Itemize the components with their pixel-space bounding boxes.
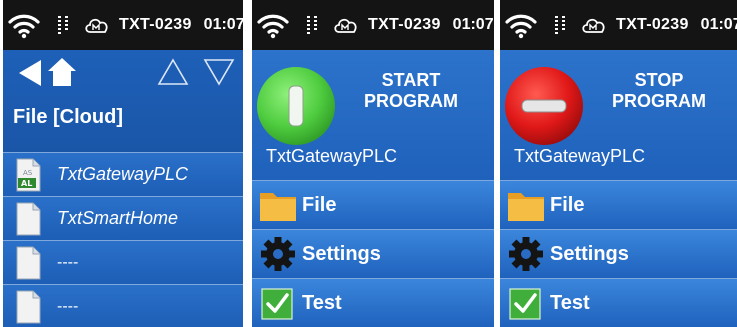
file-icon — [16, 290, 41, 323]
file-name: TxtGatewayPLC — [57, 164, 189, 184]
menu-label: File — [550, 193, 585, 216]
menu-settings[interactable]: Settings — [252, 229, 494, 278]
device-name: TXT-0239 — [368, 16, 441, 33]
status-bar: TXT-0239 01:07 — [500, 0, 737, 50]
start-button[interactable] — [256, 66, 336, 146]
program-name: TxtGatewayPLC — [514, 146, 646, 166]
io-icon — [58, 16, 68, 34]
menu-file[interactable]: File — [500, 180, 737, 229]
status-bar: TXT-0239 01:07 — [3, 0, 243, 50]
folder-icon — [260, 193, 296, 221]
device-name: TXT-0239 — [616, 16, 689, 33]
menu-test[interactable]: Test — [252, 278, 494, 327]
svg-text:AL: AL — [21, 179, 32, 188]
wifi-icon — [8, 14, 40, 39]
start-program-caption: START PROGRAM — [356, 70, 466, 112]
file-nav: File [Cloud] — [3, 50, 243, 152]
check-icon — [261, 288, 293, 320]
wifi-icon — [257, 14, 289, 39]
stop-button[interactable] — [504, 66, 584, 146]
menu-label: Settings — [550, 242, 629, 265]
plc-file-icon: AS AL — [16, 158, 41, 191]
svg-text:AS: AS — [23, 169, 33, 177]
cloud-icon — [582, 18, 605, 33]
scroll-up-icon[interactable] — [157, 57, 189, 87]
file-name: TxtSmartHome — [57, 208, 179, 228]
home-icon[interactable] — [47, 56, 77, 88]
file-item-empty[interactable]: ---- — [3, 240, 243, 284]
caption-line: PROGRAM — [612, 91, 706, 111]
menu-label: Test — [302, 291, 342, 314]
file-item-empty[interactable]: ---- — [3, 284, 243, 327]
folder-icon — [508, 193, 544, 221]
cloud-icon — [85, 18, 108, 33]
io-icon — [555, 16, 565, 34]
file-name: ---- — [57, 297, 79, 315]
caption-line: START — [381, 70, 441, 90]
back-arrow-icon[interactable] — [17, 58, 43, 88]
start-screen: TXT-0239 01:07 START PROGRAM TxtGatewayP… — [252, 0, 494, 327]
menu-test[interactable]: Test — [500, 278, 737, 327]
file-screen: TXT-0239 01:07 File [Cloud] AS AL TxtGat… — [3, 0, 243, 327]
menu-file[interactable]: File — [252, 180, 494, 229]
clock: 01:07 — [203, 16, 243, 33]
gear-icon — [509, 237, 543, 271]
file-item-txtgatewayplc[interactable]: AS AL TxtGatewayPLC — [3, 152, 243, 196]
page-title: File [Cloud] — [13, 106, 123, 128]
wifi-icon — [505, 14, 537, 39]
file-icon — [16, 202, 41, 235]
program-panel: STOP PROGRAM TxtGatewayPLC — [500, 50, 737, 180]
status-bar: TXT-0239 01:07 — [252, 0, 494, 50]
check-icon — [509, 288, 541, 320]
stop-program-caption: STOP PROGRAM — [604, 70, 714, 112]
program-name: TxtGatewayPLC — [266, 146, 398, 166]
gear-icon — [261, 237, 295, 271]
menu-settings[interactable]: Settings — [500, 229, 737, 278]
caption-line: PROGRAM — [364, 91, 458, 111]
stop-screen: TXT-0239 01:07 STOP PROGRAM TxtGatewayPL… — [500, 0, 737, 327]
device-name: TXT-0239 — [119, 16, 192, 33]
program-panel: START PROGRAM TxtGatewayPLC — [252, 50, 494, 180]
scroll-down-icon[interactable] — [203, 57, 235, 87]
caption-line: STOP — [634, 70, 684, 90]
file-icon — [16, 246, 41, 279]
clock: 01:07 — [452, 16, 494, 33]
clock: 01:07 — [700, 16, 737, 33]
cloud-icon — [334, 18, 357, 33]
file-name: ---- — [57, 253, 79, 271]
menu-label: Settings — [302, 242, 381, 265]
io-icon — [307, 16, 317, 34]
menu-label: File — [302, 193, 337, 216]
file-item-txtsmarthome[interactable]: TxtSmartHome — [3, 196, 243, 240]
menu-label: Test — [550, 291, 590, 314]
